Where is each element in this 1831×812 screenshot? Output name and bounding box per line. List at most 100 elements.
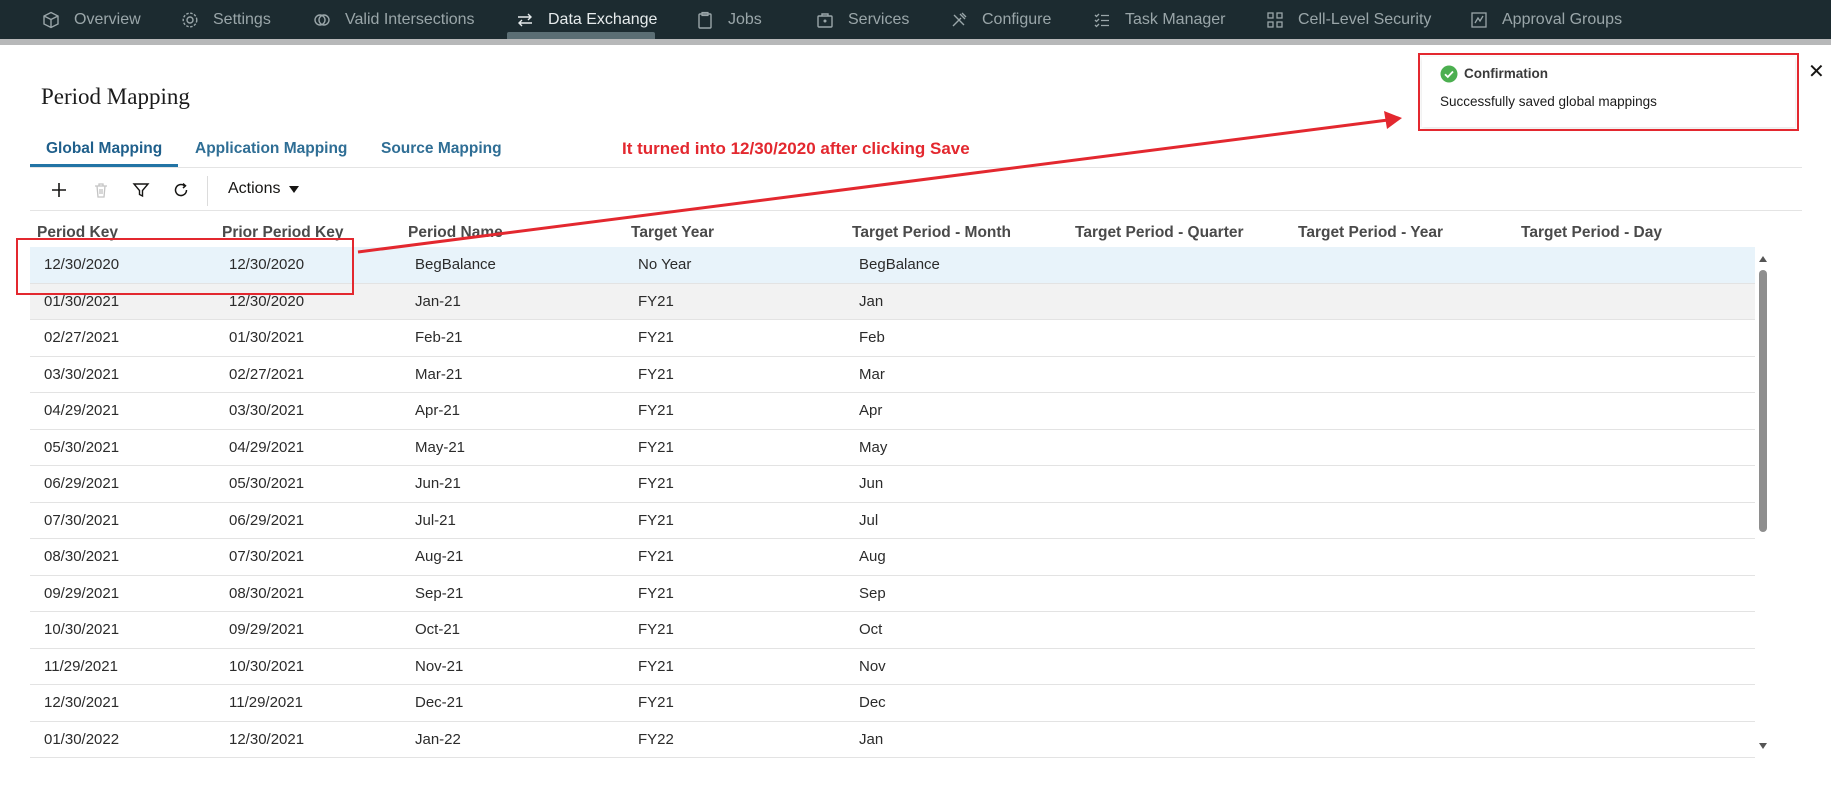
nav-approval-groups[interactable]: Approval Groups [1470,0,1622,39]
cell-target-year[interactable]: FY21 [638,320,674,356]
table-row[interactable]: 11/29/2021 10/30/2021 Nov-21 FY21 Nov [30,649,1755,685]
cell-period-key[interactable]: 02/27/2021 [44,320,119,356]
table-row[interactable]: 09/29/2021 08/30/2021 Sep-21 FY21 Sep [30,576,1755,612]
nav-task-manager[interactable]: Task Manager [1093,0,1226,39]
nav-overview[interactable]: Overview [42,0,141,39]
cell-prior-period-key[interactable]: 05/30/2021 [229,466,304,502]
cell-prior-period-key[interactable]: 10/30/2021 [229,649,304,685]
cell-target-period-month[interactable]: May [859,430,887,466]
cell-period-key[interactable]: 12/30/2021 [44,685,119,721]
cell-period-name[interactable]: Jan-21 [415,284,461,320]
cell-target-period-month[interactable]: Nov [859,649,886,685]
cell-target-year[interactable]: No Year [638,247,691,283]
cell-period-name[interactable]: Mar-21 [415,357,463,393]
tab-global-mapping[interactable]: Global Mapping [46,140,162,158]
cell-target-period-month[interactable]: Apr [859,393,882,429]
column-header-target-period-month[interactable]: Target Period - Month [852,224,1011,242]
cell-target-year[interactable]: FY21 [638,576,674,612]
tab-application-mapping[interactable]: Application Mapping [195,140,347,158]
column-header-target-period-quarter[interactable]: Target Period - Quarter [1075,224,1244,242]
tab-source-mapping[interactable]: Source Mapping [381,140,502,158]
cell-target-period-month[interactable]: Feb [859,320,885,356]
column-header-period-name[interactable]: Period Name [408,224,503,242]
cell-target-period-month[interactable]: Jun [859,466,883,502]
table-row[interactable]: 06/29/2021 05/30/2021 Jun-21 FY21 Jun [30,466,1755,503]
refresh-button[interactable] [166,177,196,203]
nav-valid-intersections[interactable]: Valid Intersections [313,0,475,39]
cell-target-period-month[interactable]: Jan [859,722,883,758]
nav-services[interactable]: Services [816,0,909,39]
cell-period-name[interactable]: Aug-21 [415,539,463,575]
cell-target-year[interactable]: FY22 [638,722,674,758]
cell-target-year[interactable]: FY21 [638,612,674,648]
nav-data-exchange[interactable]: Data Exchange [516,0,657,39]
table-row[interactable]: 01/30/2022 12/30/2021 Jan-22 FY22 Jan [30,722,1755,758]
cell-prior-period-key[interactable]: 03/30/2021 [229,393,304,429]
column-header-target-period-year[interactable]: Target Period - Year [1298,224,1443,242]
cell-prior-period-key[interactable]: 09/29/2021 [229,612,304,648]
cell-target-period-month[interactable]: Sep [859,576,886,612]
table-row[interactable]: 04/29/2021 03/30/2021 Apr-21 FY21 Apr [30,393,1755,430]
cell-period-name[interactable]: Jan-22 [415,722,461,758]
cell-period-key[interactable]: 03/30/2021 [44,357,119,393]
cell-period-key[interactable]: 01/30/2022 [44,722,119,758]
nav-jobs[interactable]: Jobs [696,0,762,39]
delete-button[interactable] [86,177,116,203]
table-row[interactable]: 07/30/2021 06/29/2021 Jul-21 FY21 Jul [30,503,1755,539]
cell-period-key[interactable]: 06/29/2021 [44,466,119,502]
table-row[interactable]: 08/30/2021 07/30/2021 Aug-21 FY21 Aug [30,539,1755,576]
cell-period-key[interactable]: 04/29/2021 [44,393,119,429]
cell-period-name[interactable]: Nov-21 [415,649,463,685]
scrollbar-thumb[interactable] [1759,270,1767,532]
table-row[interactable]: 05/30/2021 04/29/2021 May-21 FY21 May [30,430,1755,466]
cell-target-year[interactable]: FY21 [638,466,674,502]
cell-period-key[interactable]: 07/30/2021 [44,503,119,539]
cell-target-period-month[interactable]: Jul [859,503,878,539]
cell-period-name[interactable]: Feb-21 [415,320,463,356]
cell-target-period-month[interactable]: BegBalance [859,247,940,283]
cell-period-name[interactable]: May-21 [415,430,465,466]
scroll-down-arrow-icon[interactable] [1759,743,1767,749]
cell-target-year[interactable]: FY21 [638,539,674,575]
table-row[interactable]: 12/30/2021 11/29/2021 Dec-21 FY21 Dec [30,685,1755,722]
table-row[interactable]: 02/27/2021 01/30/2021 Feb-21 FY21 Feb [30,320,1755,357]
cell-prior-period-key[interactable]: 02/27/2021 [229,357,304,393]
cell-target-year[interactable]: FY21 [638,393,674,429]
cell-target-year[interactable]: FY21 [638,430,674,466]
cell-prior-period-key[interactable]: 04/29/2021 [229,430,304,466]
cell-prior-period-key[interactable]: 08/30/2021 [229,576,304,612]
cell-period-name[interactable]: Sep-21 [415,576,463,612]
cell-target-period-month[interactable]: Oct [859,612,882,648]
cell-prior-period-key[interactable]: 07/30/2021 [229,539,304,575]
close-icon[interactable]: ✕ [1808,62,1825,82]
cell-period-key[interactable]: 05/30/2021 [44,430,119,466]
actions-menu-button[interactable]: Actions [228,180,300,198]
cell-period-key[interactable]: 11/29/2021 [44,649,118,685]
cell-period-name[interactable]: Jul-21 [415,503,456,539]
scroll-up-arrow-icon[interactable] [1759,256,1767,262]
cell-period-name[interactable]: Apr-21 [415,393,460,429]
cell-target-year[interactable]: FY21 [638,685,674,721]
cell-target-period-month[interactable]: Dec [859,685,886,721]
nav-cell-level-security[interactable]: Cell-Level Security [1266,0,1431,39]
filter-button[interactable] [126,177,156,203]
nav-settings[interactable]: Settings [181,0,271,39]
cell-target-year[interactable]: FY21 [638,284,674,320]
cell-prior-period-key[interactable]: 12/30/2021 [229,722,304,758]
table-row[interactable]: 03/30/2021 02/27/2021 Mar-21 FY21 Mar [30,357,1755,393]
cell-target-year[interactable]: FY21 [638,649,674,685]
cell-period-key[interactable]: 08/30/2021 [44,539,119,575]
cell-target-year[interactable]: FY21 [638,357,674,393]
nav-configure[interactable]: Configure [950,0,1051,39]
cell-prior-period-key[interactable]: 11/29/2021 [229,685,303,721]
cell-prior-period-key[interactable]: 06/29/2021 [229,503,304,539]
column-header-target-year[interactable]: Target Year [631,224,714,242]
cell-period-name[interactable]: Oct-21 [415,612,460,648]
cell-prior-period-key[interactable]: 01/30/2021 [229,320,304,356]
cell-period-name[interactable]: Dec-21 [415,685,463,721]
column-header-target-period-day[interactable]: Target Period - Day [1521,224,1662,242]
cell-period-name[interactable]: BegBalance [415,247,496,283]
cell-target-period-month[interactable]: Mar [859,357,885,393]
cell-target-year[interactable]: FY21 [638,503,674,539]
cell-period-name[interactable]: Jun-21 [415,466,461,502]
